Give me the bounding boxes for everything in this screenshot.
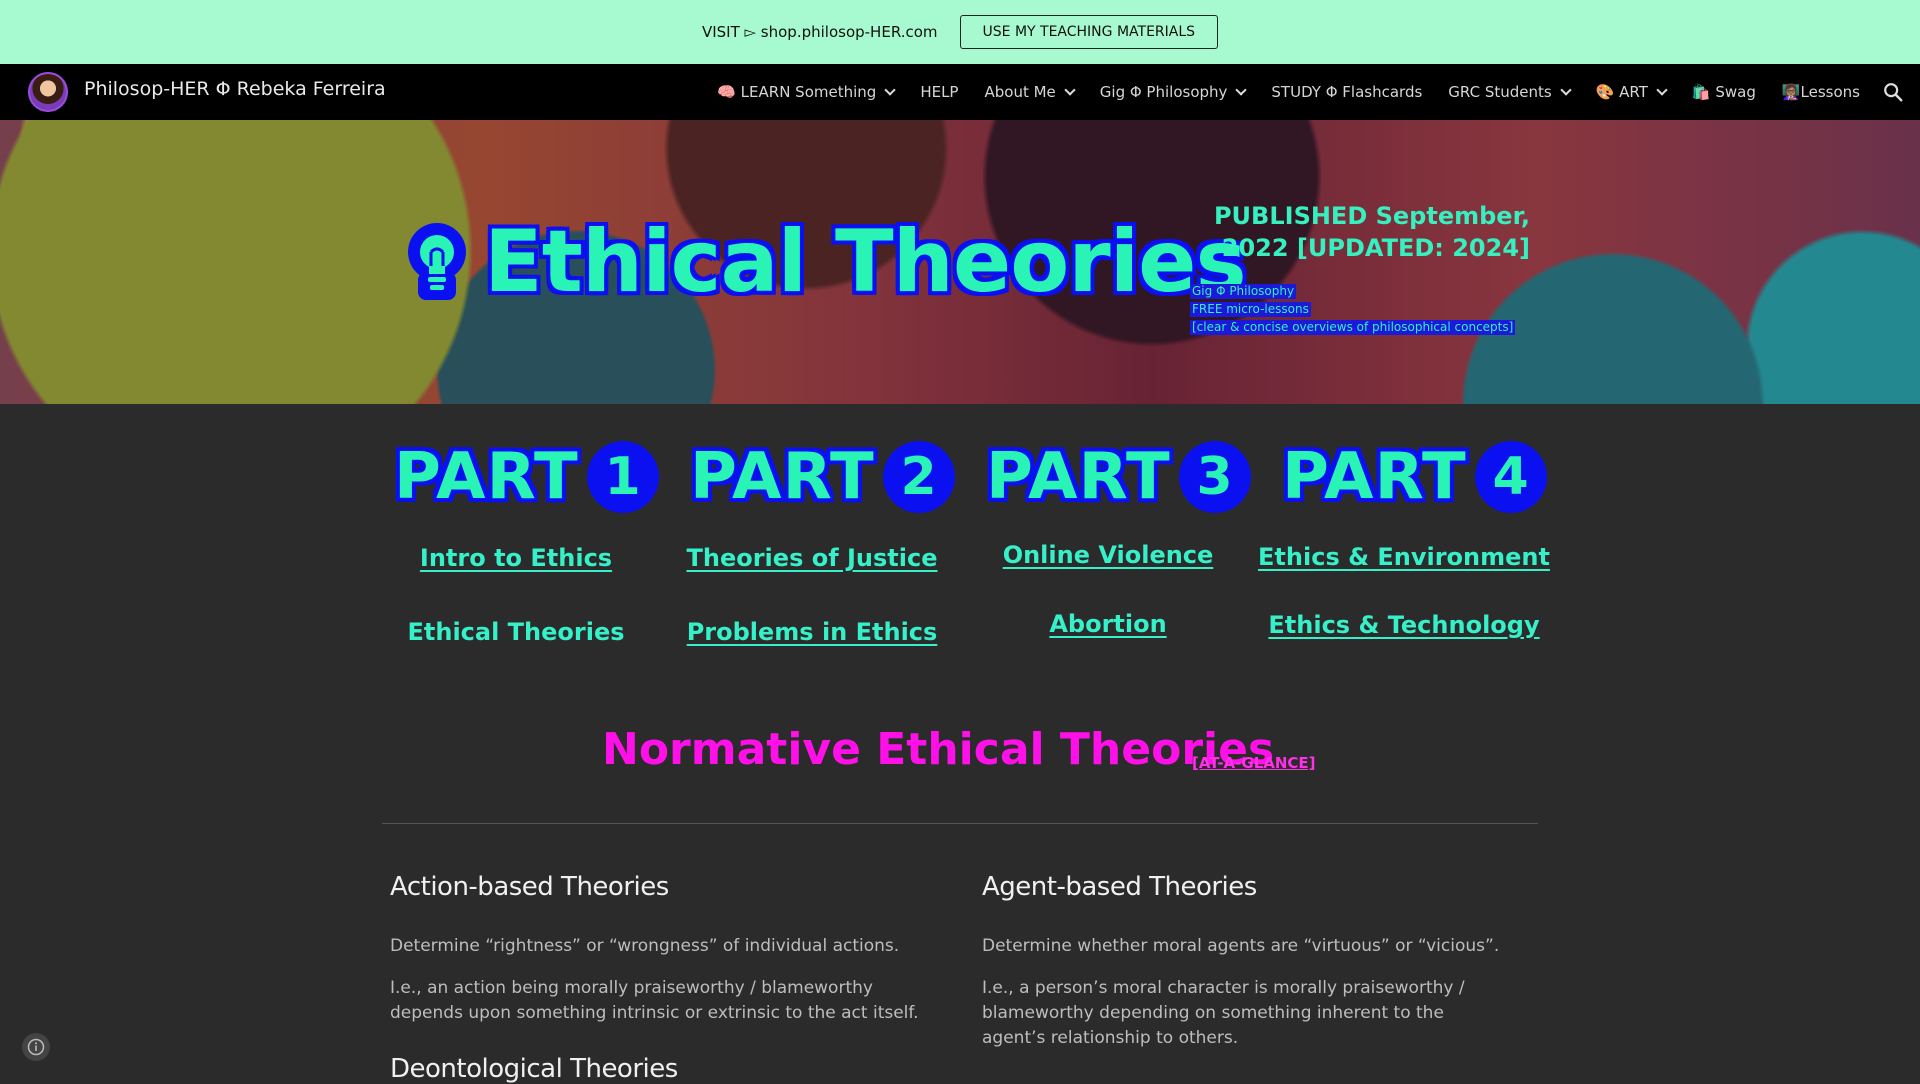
link-problems-in-ethics[interactable]: Problems in Ethics [687, 618, 938, 646]
nav-label: About Me [984, 83, 1056, 101]
announcement-banner: VISIT ▻ shop.philosop-HER.com USE MY TEA… [0, 0, 1920, 64]
chevron-down-icon [884, 84, 896, 96]
divider [382, 823, 1538, 824]
at-a-glance-link[interactable]: [AT-A-GLANCE] [1192, 754, 1316, 772]
part-number: 4 [1474, 441, 1547, 513]
link-intro-to-ethics[interactable]: Intro to Ethics [420, 544, 612, 572]
nav-label: 🎨 ART [1595, 83, 1648, 101]
nav-label: 👩🏽‍🏫Lessons [1781, 83, 1860, 101]
nav-label: 🧠 LEARN Something [717, 83, 877, 101]
site-header: Philosop-HER Φ Rebeka Ferreira 🧠 LEARN S… [0, 64, 1920, 120]
published-line-1: PUBLISHED September, [1213, 202, 1530, 230]
action-based-text-2: I.e., an action being morally praisewort… [390, 978, 919, 1023]
part-number: 2 [882, 441, 955, 513]
agent-based-text-1: Determine whether moral agents are “virt… [982, 936, 1500, 956]
link-ethics-environment[interactable]: Ethics & Environment [1258, 543, 1550, 571]
part-word: PART [690, 440, 875, 514]
nav-item-help[interactable]: HELP [920, 83, 958, 101]
part-word: PART [986, 440, 1171, 514]
site-title[interactable]: Philosop-HER Φ Rebeka Ferreira [84, 78, 386, 100]
nav-item-flashcards[interactable]: STUDY Φ Flashcards [1271, 83, 1422, 101]
nav-label: HELP [920, 83, 959, 101]
chevron-down-icon [1656, 84, 1668, 96]
nav-item-learn[interactable]: 🧠 LEARN Something [717, 83, 896, 101]
series-note: Gig Φ Philosophy FREE micro-lessons [cle… [1190, 282, 1516, 336]
info-icon[interactable] [22, 1033, 50, 1061]
part-2-badge: PART 2 [690, 440, 955, 514]
chevron-down-icon [1064, 84, 1076, 96]
nav-item-gig-philosophy[interactable]: Gig Φ Philosophy [1099, 83, 1248, 101]
action-based-text-1: Determine “rightness” or “wrongness” of … [390, 936, 900, 956]
section-title: Normative Ethical Theories [602, 724, 1275, 775]
nav-label: Gig Φ Philosophy [1099, 83, 1228, 101]
part-word: PART [1282, 440, 1467, 514]
action-based-heading: Action-based Theories [390, 872, 669, 902]
hero-banner: Ethical Theories PUBLISHED September, 20… [0, 120, 1920, 404]
part-3-badge: PART 3 [986, 440, 1251, 514]
agent-based-text-2: I.e., a person’s moral character is mora… [982, 978, 1465, 1048]
current-page-ethical-theories: Ethical Theories [407, 618, 625, 646]
link-theories-of-justice[interactable]: Theories of Justice [687, 544, 938, 572]
agent-based-heading: Agent-based Theories [982, 872, 1257, 902]
part-number: 3 [1178, 441, 1251, 513]
search-icon[interactable] [1882, 81, 1904, 103]
series-note-line-3: [clear & concise overviews of philosophi… [1190, 320, 1516, 335]
nav-item-about[interactable]: About Me [984, 83, 1076, 101]
link-online-violence[interactable]: Online Violence [1003, 541, 1214, 569]
chevron-down-icon [1235, 84, 1248, 96]
banner-text[interactable]: VISIT ▻ shop.philosop-HER.com [702, 23, 938, 41]
published-line-2: 2022 [UPDATED: 2024] [1221, 234, 1530, 262]
nav-item-swag[interactable]: 🛍️ Swag [1692, 83, 1756, 101]
main-nav: 🧠 LEARN Something HELP About Me Gig Φ Ph… [691, 64, 1860, 120]
part-1-badge: PART 1 [394, 440, 659, 514]
series-note-line-2: FREE micro-lessons [1190, 302, 1311, 317]
nav-label: 🛍️ Swag [1691, 83, 1756, 101]
chevron-down-icon [1560, 84, 1572, 96]
nav-label: GRC Students [1448, 83, 1552, 101]
lightbulb-icon [408, 223, 466, 300]
nav-item-grc-students[interactable]: GRC Students [1448, 83, 1572, 101]
nav-label: STUDY Φ Flashcards [1271, 83, 1423, 101]
link-abortion[interactable]: Abortion [1049, 610, 1166, 638]
part-4-badge: PART 4 [1282, 440, 1547, 514]
published-date: PUBLISHED September, 2022 [UPDATED: 2024… [1214, 200, 1530, 264]
teaching-materials-button[interactable]: USE MY TEACHING MATERIALS [959, 15, 1219, 49]
series-note-line-1: Gig Φ Philosophy [1190, 284, 1297, 299]
nav-item-lessons[interactable]: 👩🏽‍🏫Lessons [1782, 83, 1860, 101]
link-ethics-technology[interactable]: Ethics & Technology [1268, 611, 1539, 639]
page-title: Ethical Theories [484, 212, 1247, 312]
site-logo-avatar[interactable] [28, 72, 68, 112]
nav-item-art[interactable]: 🎨 ART [1595, 83, 1668, 101]
part-number: 1 [586, 441, 659, 513]
part-word: PART [394, 440, 579, 514]
